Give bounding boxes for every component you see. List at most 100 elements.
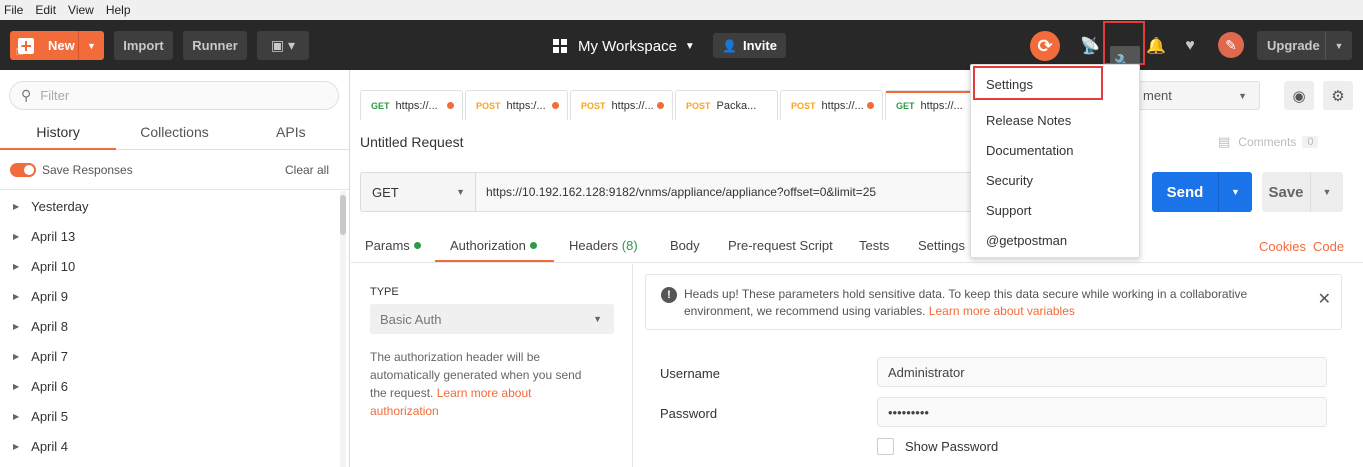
cookies-link[interactable]: Cookies	[1259, 239, 1306, 254]
tab-collections[interactable]: Collections	[116, 114, 232, 149]
upgrade-label: Upgrade	[1267, 38, 1320, 53]
save-responses-toggle[interactable]	[10, 162, 36, 177]
new-dropdown-caret-icon[interactable]: ▼	[78, 31, 104, 60]
menu-help[interactable]: Help	[106, 3, 131, 17]
close-icon[interactable]: ✕	[1318, 289, 1331, 309]
menu-bar: File Edit View Help	[0, 0, 1363, 20]
menu-item-support[interactable]: Support	[986, 203, 1032, 218]
tab-apis[interactable]: APIs	[233, 114, 349, 149]
type-label: TYPE	[370, 286, 399, 298]
chevron-right-icon: ▶	[13, 351, 20, 361]
new-button[interactable]: New ▼	[10, 31, 104, 60]
save-responses-label: Save Responses	[42, 162, 133, 177]
chevron-right-icon: ▶	[13, 381, 20, 391]
list-item[interactable]: ▶ April 7	[0, 341, 336, 371]
tab-history[interactable]: History	[0, 114, 117, 150]
learn-more-variables-link[interactable]: Learn more about variables	[929, 304, 1075, 318]
eye-icon[interactable]: ◉	[1284, 81, 1314, 110]
unsaved-dot-icon	[657, 102, 664, 109]
chevron-right-icon: ▶	[13, 411, 20, 421]
filter-input[interactable]: ⚲ Filter	[9, 81, 339, 110]
password-input[interactable]: •••••••••	[877, 397, 1327, 427]
alert-icon: !	[661, 287, 677, 303]
tab-prerequest-script[interactable]: Pre-request Script	[728, 238, 833, 253]
tab-tests[interactable]: Tests	[859, 238, 889, 253]
sync-icon[interactable]: ⟳	[1030, 31, 1060, 61]
menu-file[interactable]: File	[4, 3, 23, 17]
settings-highlight-box	[973, 66, 1103, 100]
list-item[interactable]: ▶ April 6	[0, 371, 336, 401]
request-subtabs: Params Authorization Headers (8) Body Pr…	[351, 229, 1363, 263]
app-header: New ▼ Import Runner ▣ ▾ My Workspace ▼ 👤…	[0, 20, 1363, 82]
sensitive-data-notice: ! Heads up! These parameters hold sensit…	[645, 274, 1342, 330]
chevron-right-icon: ▶	[13, 201, 20, 211]
sidebar-scrollbar[interactable]	[340, 191, 346, 467]
list-item[interactable]: ▶ April 5	[0, 401, 336, 431]
bell-icon[interactable]: 🔔	[1144, 34, 1168, 58]
avatar[interactable]: ✎	[1218, 32, 1244, 58]
comments-button[interactable]: ▤ Comments 0	[1218, 134, 1319, 150]
chevron-right-icon: ▶	[13, 321, 20, 331]
sidebar-tabs: History Collections APIs	[0, 114, 349, 150]
tab-body[interactable]: Body	[670, 238, 700, 253]
auth-type-select[interactable]: Basic Auth ▼	[370, 304, 614, 334]
workspace-grid-icon	[553, 39, 567, 53]
list-item[interactable]: ▶ April 9	[0, 281, 336, 311]
list-item[interactable]: ▶ Yesterday	[0, 191, 336, 221]
tab-authorization[interactable]: Authorization	[450, 238, 537, 253]
menu-view[interactable]: View	[68, 3, 94, 17]
send-button[interactable]: Send ▼	[1152, 172, 1252, 212]
workspace-selector[interactable]: My Workspace ▼	[553, 36, 695, 56]
tab-headers[interactable]: Headers (8)	[569, 238, 638, 253]
request-tab[interactable]: POST https:/...	[465, 90, 568, 120]
gear-icon[interactable]: ⚙	[1323, 81, 1353, 110]
menu-item-documentation[interactable]: Documentation	[986, 143, 1073, 158]
invite-button[interactable]: 👤 Invite	[713, 33, 786, 58]
show-password-checkbox[interactable]	[877, 438, 894, 455]
satellite-icon[interactable]: 📡	[1078, 34, 1102, 58]
wrench-highlight-box	[1103, 21, 1145, 65]
chevron-right-icon: ▶	[13, 231, 20, 241]
menu-item-release-notes[interactable]: Release Notes	[986, 113, 1071, 128]
method-select[interactable]: GET ▼	[360, 172, 476, 212]
password-label: Password	[660, 406, 718, 421]
auth-description: The authorization header will be automat…	[370, 350, 582, 418]
menu-item-security[interactable]: Security	[986, 173, 1033, 188]
heart-icon[interactable]: ♥	[1178, 34, 1202, 58]
list-item[interactable]: ▶ April 10	[0, 251, 336, 281]
request-tab[interactable]: POST Packa...	[675, 90, 778, 120]
request-tab[interactable]: POST https://...	[570, 90, 673, 120]
new-window-icon: ▣ ▾	[270, 37, 296, 53]
username-input[interactable]: Administrator	[877, 357, 1327, 387]
new-window-button[interactable]: ▣ ▾	[257, 31, 309, 60]
clear-all-button[interactable]: Clear all	[285, 163, 329, 177]
upgrade-caret-icon[interactable]: ▼	[1325, 31, 1352, 60]
menu-item-getpostman[interactable]: @getpostman	[986, 233, 1067, 248]
active-tab-indicator	[435, 260, 554, 262]
chevron-down-icon: ▼	[593, 314, 602, 324]
environment-select[interactable]: ment ▼	[1136, 81, 1260, 110]
runner-button[interactable]: Runner	[183, 31, 247, 60]
status-dot-icon	[529, 242, 537, 249]
code-link[interactable]: Code	[1313, 239, 1344, 254]
unsaved-dot-icon	[552, 102, 559, 109]
add-user-icon: 👤	[722, 38, 737, 53]
upgrade-button[interactable]: Upgrade ▼	[1257, 31, 1352, 60]
workspace-label: My Workspace	[578, 37, 677, 55]
save-responses-row: Save Responses Clear all	[0, 150, 349, 190]
list-item[interactable]: ▶ April 4	[0, 431, 336, 461]
tab-settings[interactable]: Settings	[918, 238, 965, 253]
comments-count-badge: 0	[1302, 136, 1319, 148]
tab-params[interactable]: Params	[365, 238, 421, 253]
chevron-down-icon: ▼	[1238, 90, 1247, 101]
list-item[interactable]: ▶ April 8	[0, 311, 336, 341]
request-tab[interactable]: POST https://...	[780, 90, 883, 120]
import-button[interactable]: Import	[114, 31, 173, 60]
save-button[interactable]: Save ▼	[1262, 172, 1343, 212]
send-caret-icon[interactable]: ▼	[1218, 172, 1252, 212]
filter-placeholder: Filter	[40, 88, 70, 103]
save-caret-icon[interactable]: ▼	[1310, 172, 1343, 212]
menu-edit[interactable]: Edit	[35, 3, 56, 17]
list-item[interactable]: ▶ April 13	[0, 221, 336, 251]
request-tab[interactable]: GET https://...	[360, 90, 463, 120]
